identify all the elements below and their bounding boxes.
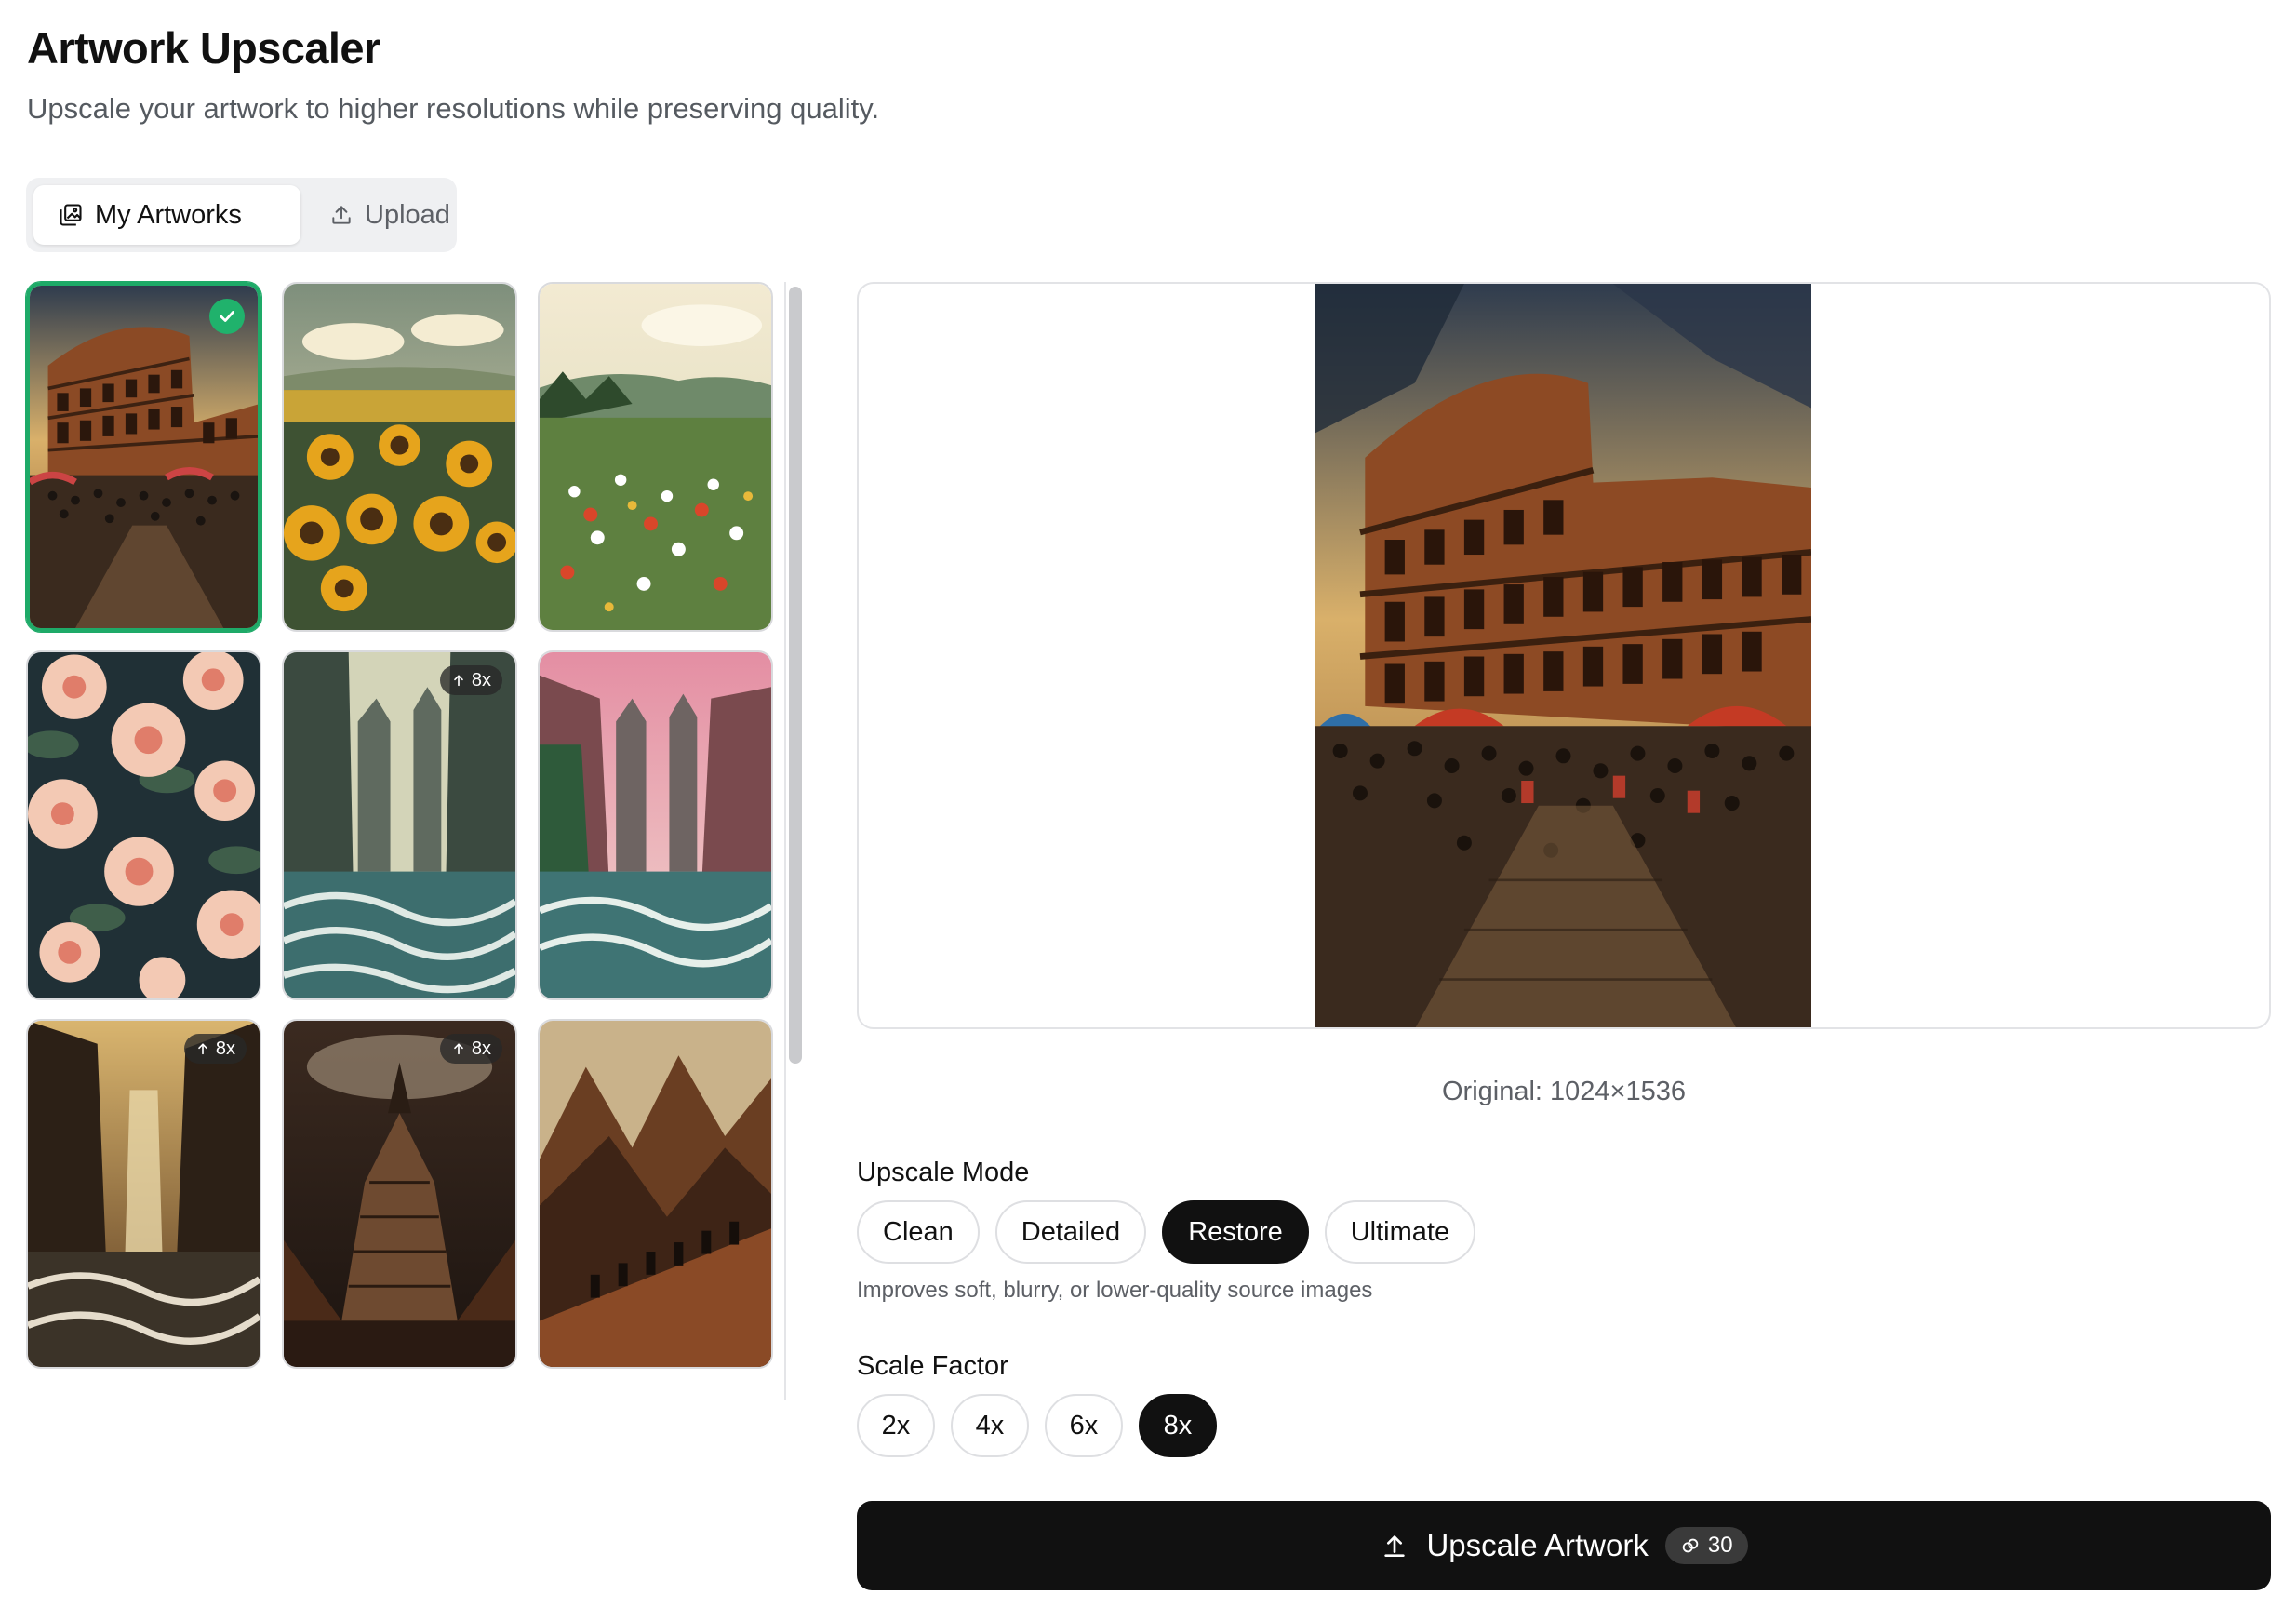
waterfall-canyon-thumbnail xyxy=(28,1021,260,1367)
mode-ultimate-button[interactable]: Ultimate xyxy=(1324,1200,1476,1264)
upscaled-badge: 8x xyxy=(439,1034,502,1064)
artwork-thumb-peonies[interactable] xyxy=(26,650,261,1000)
artwork-thumb-waterfall-canyon[interactable]: 8x xyxy=(26,1019,261,1369)
artwork-thumb-meadow[interactable] xyxy=(538,282,773,632)
peonies-thumbnail xyxy=(28,652,260,998)
tab-upload[interactable]: Upload xyxy=(305,185,454,245)
canyon-statues-thumbnail xyxy=(284,652,515,998)
upscaled-badge-label: 8x xyxy=(471,669,491,690)
mountain-citadel-thumbnail xyxy=(284,1021,515,1367)
artwork-thumb-sunflowers[interactable] xyxy=(282,282,517,632)
source-tabs: My Artworks Upload xyxy=(26,178,457,252)
artwork-thumb-mountain-citadel[interactable]: 8x xyxy=(282,1019,517,1369)
mountain-travelers-thumbnail xyxy=(540,1021,771,1367)
scale-6x-button[interactable]: 6x xyxy=(1045,1394,1123,1457)
scale-4x-button[interactable]: 4x xyxy=(951,1394,1029,1457)
original-dimensions: Original: 1024×1536 xyxy=(1441,1077,1686,1106)
artwork-thumb-canyon-statues[interactable]: 8x xyxy=(282,650,517,1000)
arrow-up-icon xyxy=(454,675,463,687)
preview-panel xyxy=(857,282,2271,1029)
preview-image xyxy=(1315,284,1811,1027)
tab-my-artworks-label: My Artworks xyxy=(95,199,242,230)
mode-clean-button[interactable]: Clean xyxy=(857,1200,980,1264)
upscale-mode-label: Upscale Mode xyxy=(857,1158,1030,1187)
upscaled-badge-label: 8x xyxy=(471,1038,491,1059)
artwork-thumb-colosseum[interactable] xyxy=(26,282,261,632)
tab-upload-label: Upload xyxy=(365,199,450,230)
scale-factor-options: 2x 4x 6x 8x xyxy=(857,1394,1217,1457)
arrow-up-icon xyxy=(198,1043,207,1055)
page-subtitle: Upscale your artwork to higher resolutio… xyxy=(27,92,880,125)
tab-my-artworks[interactable]: My Artworks xyxy=(33,185,300,245)
sunflowers-thumbnail xyxy=(284,284,515,630)
upscale-artwork-button[interactable]: Upscale Artwork 30 xyxy=(857,1501,2271,1590)
colosseum-preview-art xyxy=(1315,284,1811,1027)
upscaled-badge: 8x xyxy=(439,665,502,695)
artwork-thumb-canyon-statues-pink[interactable] xyxy=(538,650,773,1000)
gallery-scrollbar[interactable] xyxy=(789,287,802,1064)
arrow-up-icon xyxy=(454,1043,463,1055)
canyon-statues-pink-thumbnail xyxy=(540,652,771,998)
mode-restore-button[interactable]: Restore xyxy=(1162,1200,1309,1264)
mode-detailed-button[interactable]: Detailed xyxy=(994,1200,1147,1264)
upscaled-badge: 8x xyxy=(183,1034,247,1064)
scale-factor-label: Scale Factor xyxy=(857,1351,1008,1381)
page-title: Artwork Upscaler xyxy=(27,23,380,73)
scale-8x-button[interactable]: 8x xyxy=(1139,1394,1217,1457)
artwork-thumb-mountain-travelers[interactable] xyxy=(538,1019,773,1369)
meadow-thumbnail xyxy=(540,284,771,630)
credit-cost-value: 30 xyxy=(1707,1533,1733,1558)
scale-2x-button[interactable]: 2x xyxy=(857,1394,935,1457)
credit-cost-badge: 30 xyxy=(1664,1527,1748,1564)
coins-icon xyxy=(1682,1538,1699,1553)
upload-icon xyxy=(332,206,351,224)
mode-description: Improves soft, blurry, or lower-quality … xyxy=(857,1278,1373,1303)
colosseum-thumbnail xyxy=(30,286,258,628)
upload-arrow-icon xyxy=(1384,1535,1406,1557)
images-icon xyxy=(60,204,82,226)
artwork-gallery: 8x 8x 8x xyxy=(26,282,792,1400)
selected-check-icon xyxy=(209,299,245,334)
gallery-divider xyxy=(784,282,786,1400)
upscale-artwork-label: Upscale Artwork xyxy=(1426,1528,1649,1562)
upscale-mode-options: Clean Detailed Restore Ultimate xyxy=(857,1200,1476,1264)
upscaled-badge-label: 8x xyxy=(215,1038,235,1059)
